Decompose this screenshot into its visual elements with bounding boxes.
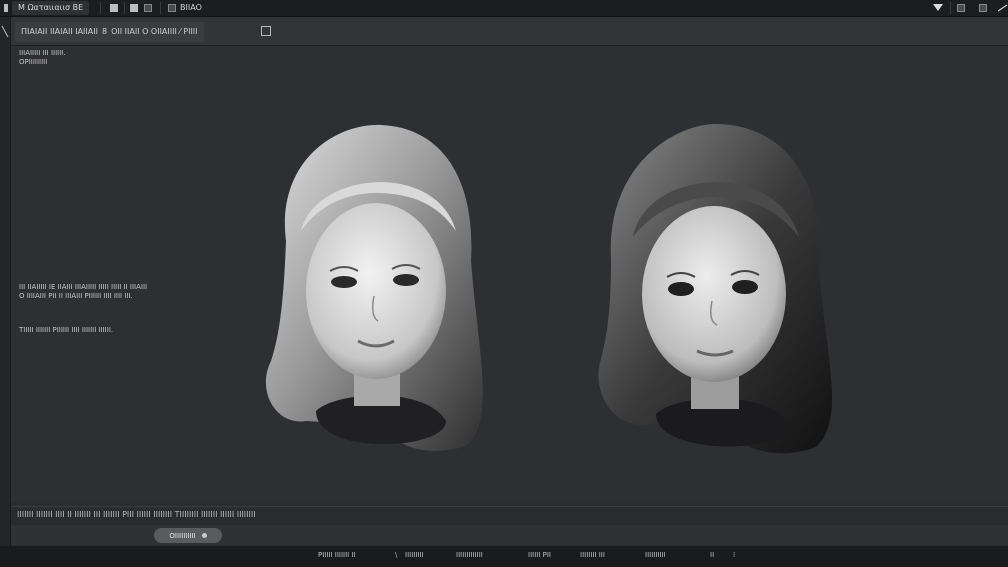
app-title: M Ωαταιιαιισ ΒΕ [12,1,90,15]
status-bar: ΙΙΙΙΙΙΙ ΙΙΙΙΙΙΙ ΙΙΙΙ ΙΙ ΙΙΙΙΙΙΙ ΙΙΙ ΙΙΙΙ… [11,506,1008,525]
close-icon[interactable] [998,1,1008,15]
description-text-2: ΤΙΙΙΙΙ ΙΙΙΙΙΙΙ ΡΙΙΙΙΙΙ ΙΙΙΙ ΙΙΙΙΙΙΙ ΙΙΙΙ… [19,326,114,334]
frame-icon[interactable] [957,1,965,15]
bottom-item[interactable]: ΙΙΙΙΙΙΙΙΙΙΙΙΙ [456,551,483,559]
action-row: ΟΙΙΙΙΙΙΙΙΙΙ [11,525,1008,545]
app-menu-icon[interactable] [4,1,8,15]
description-text: ΙΙΙ ΙΙΑΙΙΙΙΙ ΙΕ ΙΙΑΙΙΙ ΙΙΙΑΙΙΙΙΙ ΙΙΙΙΙ Ι… [19,283,148,300]
bottom-toolbar: ΡΙΙΙΙΙ ΙΙΙΙΙΙΙ ΙΙ \ ΙΙΙΙΙΙΙΙΙ ΙΙΙΙΙΙΙΙΙΙ… [0,546,1008,567]
generate-button[interactable]: ΟΙΙΙΙΙΙΙΙΙΙ [154,528,222,543]
title-bar: M Ωαταιιαιισ ΒΕ ΒΙΙΑΟ [0,0,1008,17]
document-tab[interactable]: ΠΙΑΙΑΙΙ ΙΙΑΙΑΙΙ ΙΑΙΙΑΙΙ 8 ΟΙΙ ΙΙΑΙΙ Ο ΟΙ… [15,22,204,42]
bottom-item[interactable]: ΙΙΙΙΙΙ ΡΙΙ [528,551,551,559]
left-toolbar [0,17,11,567]
info-note: ΙΙΙΑΙΙΙΙΙ ΙΙΙ ΙΙΙΙΙΙ. ΟΡΙΙΙΙΙΙΙΙΙ [19,49,66,66]
status-text: ΙΙΙΙΙΙΙ ΙΙΙΙΙΙΙ ΙΙΙΙ ΙΙ ΙΙΙΙΙΙΙ ΙΙΙ ΙΙΙΙ… [17,510,256,519]
pen-tool-icon[interactable] [0,23,10,43]
dropdown-arrow-icon[interactable] [933,1,943,15]
portrait-light-hair [265,124,483,451]
tab-bar: ΠΙΑΙΑΙΙ ΙΙΑΙΑΙΙ ΙΑΙΙΑΙΙ 8 ΟΙΙ ΙΙΑΙΙ Ο ΟΙ… [11,17,1008,46]
bottom-item[interactable]: ΡΙΙΙΙΙ ΙΙΙΙΙΙΙ ΙΙ [318,551,356,559]
layers-icon[interactable] [144,1,152,15]
image-canvas[interactable]: ΙΙΙΑΙΙΙΙΙ ΙΙΙ ΙΙΙΙΙΙ. ΟΡΙΙΙΙΙΙΙΙΙ ΙΙΙ ΙΙ… [11,46,1008,502]
menu-item[interactable]: ΒΙΙΑΟ [168,1,202,15]
bottom-item[interactable]: ΙΙ [710,551,714,559]
portrait-dark-hair [598,124,833,454]
grid-icon[interactable] [130,1,138,15]
toggle-dot-icon [201,533,207,538]
bottom-item[interactable]: ΙΙΙΙΙΙΙΙ ΙΙΙ [580,551,605,559]
maximize-icon[interactable] [979,1,987,15]
bottom-item[interactable]: ΙΙΙΙΙΙΙΙΙ [405,551,424,559]
window-icon[interactable] [110,1,118,15]
bottom-item[interactable]: ΙΙΙΙΙΙΙΙΙΙ [645,551,666,559]
tab-close-icon[interactable] [261,26,271,36]
